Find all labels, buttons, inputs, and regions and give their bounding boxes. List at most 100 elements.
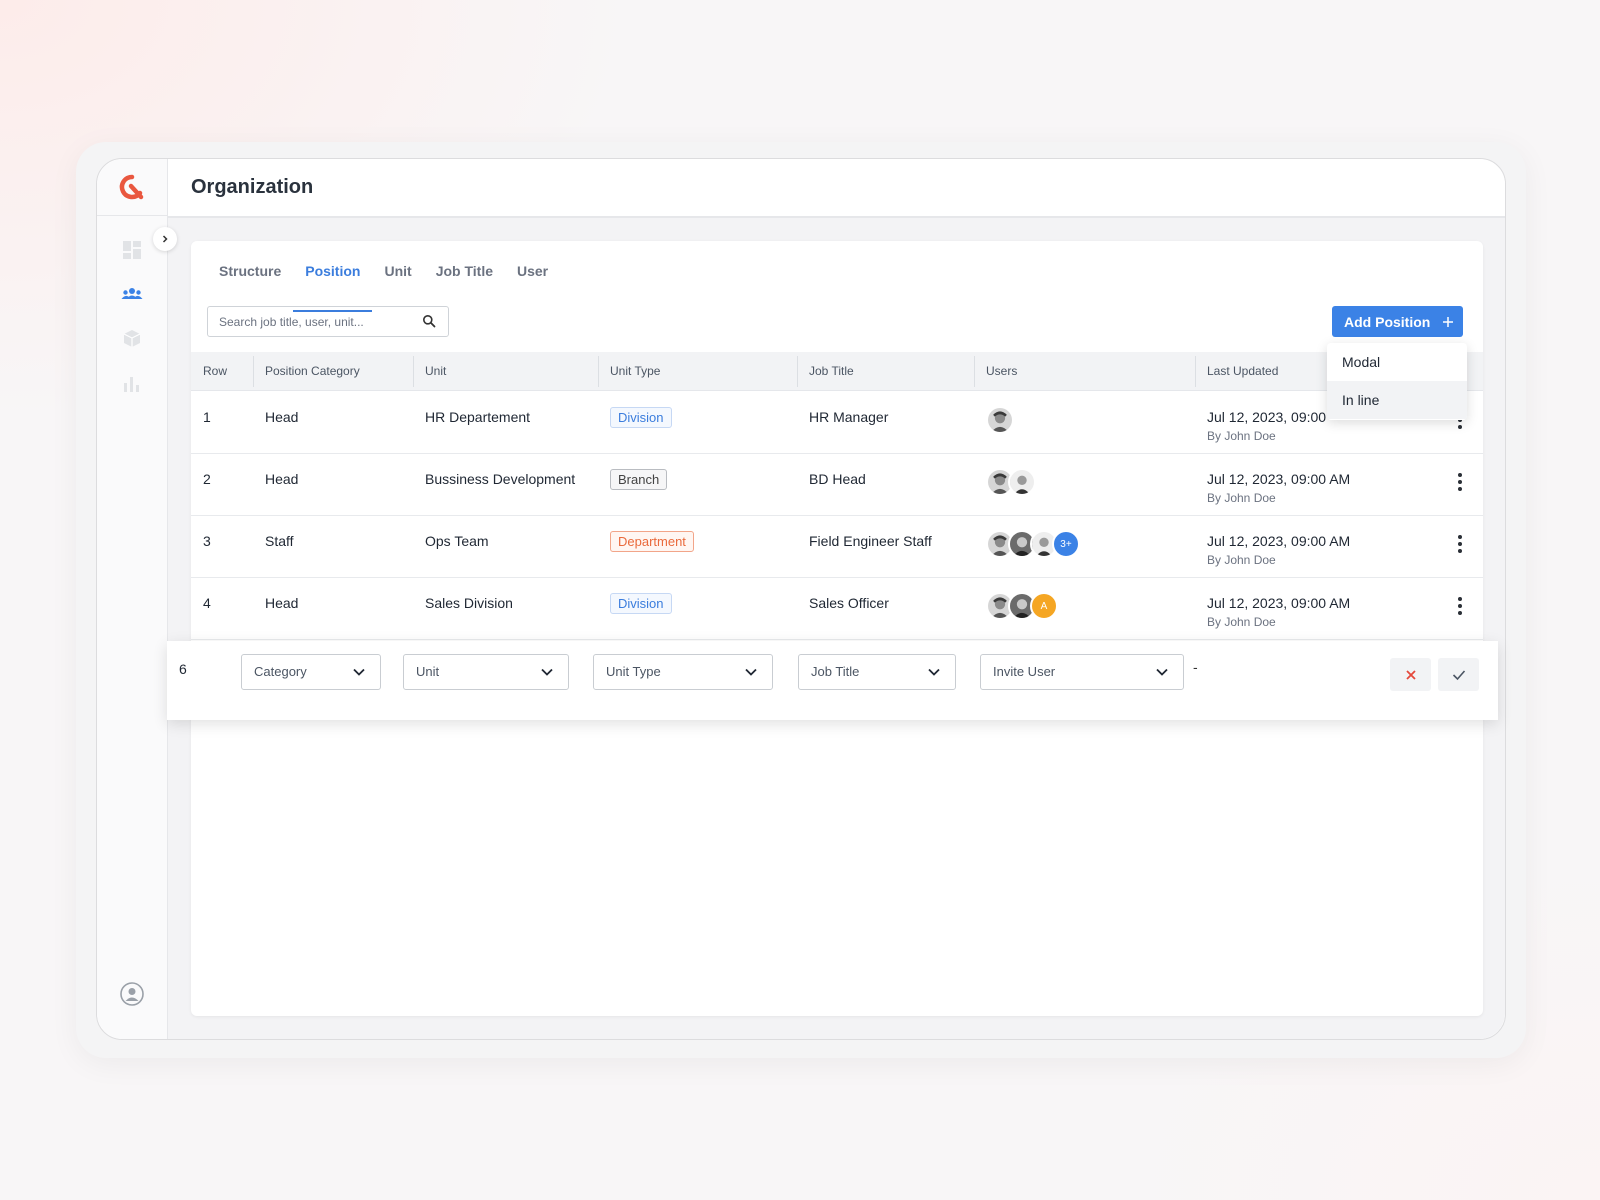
- unit-type-label: Division: [610, 593, 672, 614]
- menu-item-modal[interactable]: Modal: [1327, 343, 1467, 381]
- column-header[interactable]: Unit Type: [598, 352, 660, 391]
- category-select-placeholder: Category: [254, 664, 307, 679]
- more-options-icon[interactable]: [1457, 597, 1463, 615]
- tab-position[interactable]: Position: [293, 263, 373, 312]
- tab-unit[interactable]: Unit: [372, 263, 423, 291]
- user-avatars[interactable]: [986, 468, 1036, 496]
- position-category: Head: [265, 595, 299, 611]
- updated-date: Jul 12, 2023, 09:00 AM: [1207, 595, 1351, 611]
- more-users-badge[interactable]: 3+: [1052, 530, 1080, 558]
- position-card: Structure Position Unit Job Title User A…: [191, 241, 1483, 1016]
- unit-name: Sales Division: [425, 595, 513, 611]
- add-position-menu: Modal In line: [1327, 343, 1467, 420]
- unit-type-badge: Division: [610, 407, 672, 428]
- brand-logo-icon: [119, 174, 144, 200]
- confirm-button[interactable]: [1438, 658, 1479, 691]
- sidebar-toggle-button[interactable]: [153, 227, 177, 251]
- position-category: Head: [265, 409, 299, 425]
- last-updated: Jul 12, 2023, 09:00 AM By John Doe: [1207, 533, 1350, 567]
- column-header[interactable]: Last Updated: [1195, 352, 1278, 391]
- unit-name: Ops Team: [425, 533, 489, 549]
- unit-type-label: Branch: [610, 469, 668, 490]
- user-avatars[interactable]: A: [986, 592, 1058, 620]
- row-number: 1: [203, 409, 211, 425]
- chevron-down-icon: [928, 668, 940, 676]
- page-title: Organization: [191, 176, 314, 198]
- unit-type-label: Division: [610, 407, 672, 428]
- close-icon: [1405, 669, 1416, 680]
- table-row[interactable]: 1 Head HR Departement Division HR Manage…: [191, 392, 1483, 454]
- app-window: Organization Structure Position Unit Job…: [96, 158, 1506, 1040]
- last-updated-empty: -: [1193, 659, 1198, 675]
- unit-type-select[interactable]: Unit Type: [593, 654, 773, 690]
- menu-item-inline[interactable]: In line: [1327, 381, 1467, 419]
- avatar[interactable]: [1008, 468, 1036, 496]
- cancel-button[interactable]: [1390, 658, 1431, 691]
- invite-user-select-placeholder: Invite User: [993, 664, 1056, 679]
- job-title: BD Head: [809, 471, 866, 487]
- position-category: Staff: [265, 533, 294, 549]
- column-header[interactable]: Unit: [413, 352, 446, 391]
- updated-date: Jul 12, 2023, 09:00 AM: [1207, 533, 1351, 549]
- chevron-down-icon: [1156, 668, 1168, 676]
- unit-select-placeholder: Unit: [416, 664, 440, 679]
- tab-job-title[interactable]: Job Title: [424, 263, 505, 291]
- table-row[interactable]: 2 Head Bussiness Development Branch BD H…: [191, 454, 1483, 516]
- search-input[interactable]: [219, 314, 414, 329]
- job-title-select[interactable]: Job Title: [798, 654, 956, 690]
- plus-icon: [1443, 316, 1454, 327]
- add-position-button[interactable]: Add Position: [1332, 306, 1463, 337]
- more-options-icon[interactable]: [1457, 535, 1463, 553]
- dashboard-icon[interactable]: [121, 239, 143, 261]
- last-updated: Jul 12, 2023, 09:00 AM By John Doe: [1207, 595, 1350, 629]
- updated-by: By John Doe: [1207, 553, 1276, 567]
- unit-type-select-placeholder: Unit Type: [606, 664, 661, 679]
- column-header[interactable]: Row: [191, 352, 227, 391]
- column-header[interactable]: Position Category: [253, 352, 360, 391]
- search-icon[interactable]: [422, 314, 436, 333]
- unit-name: Bussiness Development: [425, 471, 576, 487]
- inline-add-row: 6 Category Unit Unit Type Job Title Invi…: [167, 641, 1498, 720]
- check-icon: [1452, 669, 1465, 680]
- last-updated: Jul 12, 2023, 09:00 By John Doe: [1207, 409, 1326, 443]
- unit-type-label: Department: [610, 531, 694, 552]
- table-row[interactable]: 3 Staff Ops Team Department Field Engine…: [191, 516, 1483, 578]
- user-avatars[interactable]: 3+: [986, 530, 1080, 558]
- category-select[interactable]: Category: [241, 654, 381, 690]
- chevron-down-icon: [353, 668, 365, 676]
- more-options-icon[interactable]: [1457, 473, 1463, 491]
- table-header: Row Position Category Unit Unit Type Job…: [191, 352, 1483, 391]
- user-circle-icon[interactable]: [119, 981, 145, 1007]
- tab-user[interactable]: User: [505, 263, 560, 291]
- unit-name: HR Departement: [425, 409, 531, 425]
- tab-structure[interactable]: Structure: [207, 263, 293, 291]
- people-icon[interactable]: [121, 283, 143, 305]
- logo[interactable]: [97, 159, 167, 216]
- unit-type-badge: Department: [610, 531, 694, 552]
- table-row[interactable]: 4 Head Sales Division Division Sales Off…: [191, 578, 1483, 640]
- unit-type-badge: Branch: [610, 469, 668, 490]
- row-number: 6: [179, 661, 187, 677]
- chevron-down-icon: [745, 668, 757, 676]
- row-number: 4: [203, 595, 211, 611]
- add-position-label: Add Position: [1344, 313, 1431, 330]
- updated-date: Jul 12, 2023, 09:00 AM: [1207, 471, 1351, 487]
- unit-type-badge: Division: [610, 593, 672, 614]
- job-title: HR Manager: [809, 409, 889, 425]
- invite-user-select[interactable]: Invite User: [980, 654, 1184, 690]
- column-header[interactable]: Users: [974, 352, 1017, 391]
- bar-chart-icon[interactable]: [121, 373, 143, 395]
- user-avatars[interactable]: [986, 406, 1014, 434]
- avatar[interactable]: [986, 406, 1014, 434]
- unit-select[interactable]: Unit: [403, 654, 569, 690]
- job-title: Sales Officer: [809, 595, 889, 611]
- chevron-right-icon: [162, 235, 168, 243]
- box-icon[interactable]: [121, 328, 143, 350]
- chevron-down-icon: [541, 668, 553, 676]
- initial-avatar[interactable]: A: [1030, 592, 1058, 620]
- column-header[interactable]: Job Title: [797, 352, 854, 391]
- row-number: 3: [203, 533, 211, 549]
- sidebar: [97, 159, 168, 1039]
- job-title-select-placeholder: Job Title: [811, 664, 860, 679]
- updated-date: Jul 12, 2023, 09:00: [1207, 409, 1327, 425]
